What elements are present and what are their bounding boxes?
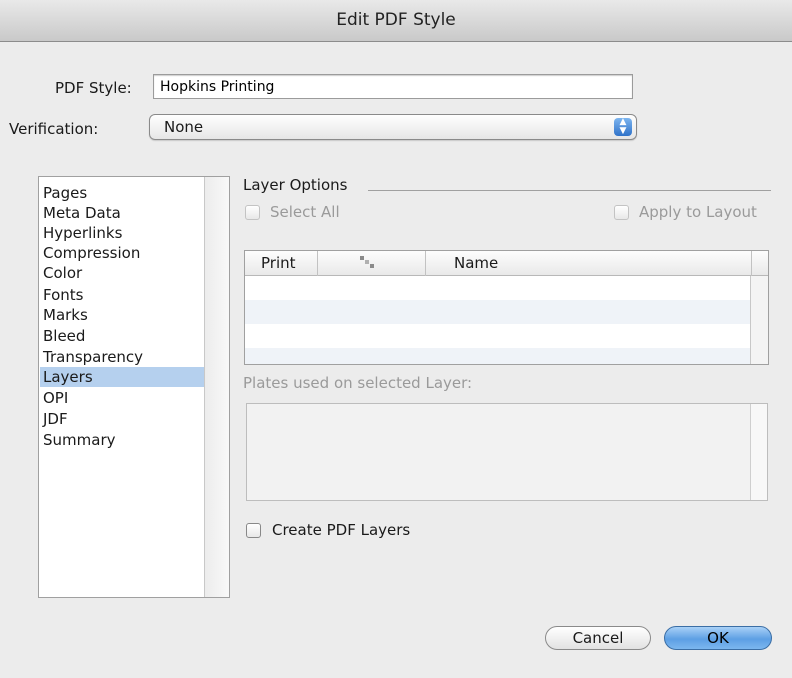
table-row	[245, 276, 752, 300]
sidebar-item-layers[interactable]: Layers	[40, 367, 206, 387]
apply-to-layout-label: Apply to Layout	[639, 203, 757, 221]
column-header-name[interactable]: Name	[426, 251, 752, 276]
sidebar-item-hyperlinks[interactable]: Hyperlinks	[40, 223, 206, 243]
table-row	[245, 348, 752, 364]
sidebar-item-pages[interactable]: Pages	[40, 183, 206, 203]
layer-options-title: Layer Options	[243, 176, 348, 194]
table-row	[245, 300, 752, 324]
sidebar-list[interactable]: Pages Meta Data Hyperlinks Compression C…	[38, 176, 230, 598]
sidebar-item-transparency[interactable]: Transparency	[40, 347, 206, 367]
sidebar-item-summary[interactable]: Summary	[40, 430, 206, 450]
chevron-updown-icon: ▲ ▼	[614, 118, 632, 136]
sidebar-item-jdf[interactable]: JDF	[40, 409, 206, 429]
plates-scrollbar[interactable]	[750, 404, 767, 500]
column-header-print[interactable]: Print	[245, 251, 318, 276]
ok-button[interactable]: OK	[664, 626, 772, 650]
verification-select[interactable]: None ▲ ▼	[149, 114, 637, 140]
cancel-button[interactable]: Cancel	[545, 626, 651, 650]
layer-link-icon	[360, 256, 374, 268]
sidebar-item-bleed[interactable]: Bleed	[40, 326, 206, 346]
table-row	[245, 324, 752, 348]
pdf-style-label: PDF Style:	[55, 79, 132, 97]
verification-value: None	[164, 118, 204, 136]
sidebar-item-opi[interactable]: OPI	[40, 388, 206, 408]
create-pdf-layers-label: Create PDF Layers	[272, 521, 411, 539]
sidebar-item-color[interactable]: Color	[40, 263, 206, 283]
sidebar-item-fonts[interactable]: Fonts	[40, 285, 206, 305]
plates-list[interactable]	[246, 403, 768, 501]
layers-table-header: Print Name	[245, 251, 768, 276]
apply-to-layout-checkbox[interactable]	[614, 205, 629, 220]
select-all-checkbox[interactable]	[245, 205, 260, 220]
sidebar-item-marks[interactable]: Marks	[40, 305, 206, 325]
window-title: Edit PDF Style	[336, 10, 456, 30]
create-pdf-layers-checkbox[interactable]	[246, 523, 261, 538]
pdf-style-input[interactable]	[153, 74, 633, 99]
sidebar-item-compression[interactable]: Compression	[40, 243, 206, 263]
group-divider	[368, 190, 771, 191]
verification-label: Verification:	[9, 120, 99, 138]
sidebar-scrollbar[interactable]	[204, 177, 229, 597]
column-header-layer-icon[interactable]	[318, 251, 426, 276]
select-all-label: Select All	[270, 203, 340, 221]
plates-label: Plates used on selected Layer:	[243, 374, 473, 392]
layers-table-scrollbar[interactable]	[750, 276, 768, 364]
layers-table[interactable]: Print Name	[244, 250, 769, 365]
window-titlebar: Edit PDF Style	[0, 0, 792, 42]
sidebar-item-meta-data[interactable]: Meta Data	[40, 203, 206, 223]
